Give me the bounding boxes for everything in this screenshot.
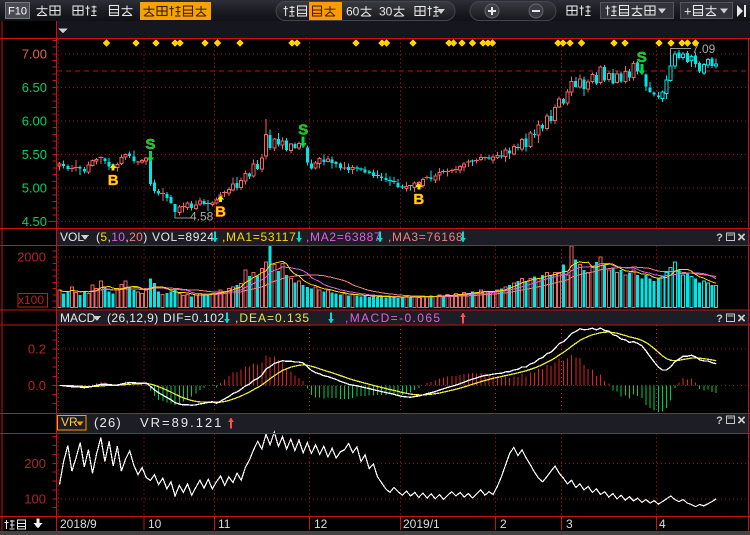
svg-text:2019/1: 2019/1 bbox=[403, 517, 440, 531]
svg-text:5.50: 5.50 bbox=[22, 147, 47, 162]
svg-text:0.2: 0.2 bbox=[28, 342, 46, 357]
svg-text:?: ? bbox=[716, 313, 723, 325]
svg-text:VR=89.121: VR=89.121 bbox=[140, 415, 223, 430]
svg-text:,MACD=-0.065: ,MACD=-0.065 bbox=[345, 311, 442, 325]
svg-text:60: 60 bbox=[346, 5, 360, 19]
svg-text:B: B bbox=[108, 172, 119, 189]
svg-text:+: + bbox=[684, 4, 692, 19]
svg-text:12: 12 bbox=[314, 517, 328, 531]
svg-text:4.58: 4.58 bbox=[190, 210, 214, 224]
svg-text:3: 3 bbox=[566, 517, 573, 531]
svg-text:2018/9: 2018/9 bbox=[60, 517, 97, 531]
svg-text:DIF=0.102: DIF=0.102 bbox=[163, 311, 225, 325]
svg-text:100: 100 bbox=[24, 491, 46, 506]
svg-text:(26): (26) bbox=[94, 415, 122, 430]
svg-text:7.00: 7.00 bbox=[22, 46, 47, 61]
svg-text:4: 4 bbox=[659, 517, 666, 531]
svg-text:200: 200 bbox=[24, 456, 46, 471]
svg-text:VOL=8924: VOL=8924 bbox=[152, 230, 215, 244]
svg-text:F10: F10 bbox=[8, 6, 27, 18]
svg-text:5.00: 5.00 bbox=[22, 181, 47, 196]
svg-text:10: 10 bbox=[148, 517, 162, 531]
svg-text:(26,12,9): (26,12,9) bbox=[107, 311, 159, 325]
svg-text:S: S bbox=[145, 136, 155, 153]
svg-text:,DEA=0.135: ,DEA=0.135 bbox=[235, 311, 310, 325]
svg-text:S: S bbox=[637, 49, 647, 66]
svg-text:(5,10,20): (5,10,20) bbox=[96, 230, 148, 244]
svg-text:6.50: 6.50 bbox=[22, 80, 47, 95]
svg-text:0.0: 0.0 bbox=[28, 378, 46, 393]
svg-text:,MA3=76168: ,MA3=76168 bbox=[388, 230, 463, 244]
svg-text:B: B bbox=[413, 191, 424, 208]
svg-text:MACD: MACD bbox=[60, 311, 96, 325]
svg-text:2: 2 bbox=[500, 517, 507, 531]
svg-text:6.00: 6.00 bbox=[22, 114, 47, 129]
svg-text:2000: 2000 bbox=[17, 250, 46, 265]
svg-text:x100: x100 bbox=[18, 293, 44, 307]
svg-text:VR: VR bbox=[61, 415, 78, 429]
svg-text:11: 11 bbox=[218, 517, 231, 531]
svg-text:B: B bbox=[215, 204, 226, 221]
svg-text:?: ? bbox=[716, 232, 723, 244]
svg-text:S: S bbox=[298, 122, 308, 139]
svg-text:VOL: VOL bbox=[60, 230, 84, 244]
svg-text:?: ? bbox=[716, 415, 723, 427]
svg-text:,MA2=63887: ,MA2=63887 bbox=[306, 230, 381, 244]
svg-text:,MA1=53117: ,MA1=53117 bbox=[222, 230, 297, 244]
svg-text:30: 30 bbox=[379, 5, 393, 19]
svg-text:4.50: 4.50 bbox=[22, 214, 47, 229]
